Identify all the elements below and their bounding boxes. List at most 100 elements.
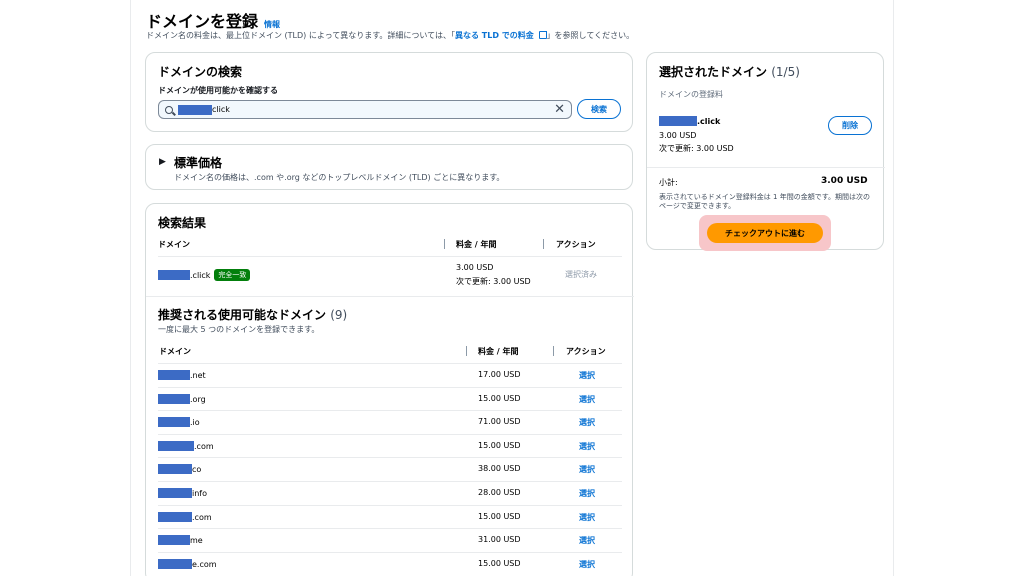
redacted-domain-name xyxy=(158,370,190,380)
row-divider xyxy=(158,363,622,364)
select-domain-link[interactable]: 選択 xyxy=(579,559,595,570)
page-subtitle: ドメイン名の料金は、最上位ドメイン (TLD) によって異なります。詳細について… xyxy=(146,30,634,41)
suggested-col-action: アクション xyxy=(566,347,606,356)
suggested-domain-suffix: .io xyxy=(190,417,200,427)
divider xyxy=(158,256,622,257)
suggested-domain-price: 15.00 USD xyxy=(478,441,521,450)
suggested-domain-suffix: me xyxy=(190,535,203,545)
search-input-value: click xyxy=(178,104,230,115)
suggested-domain-suffix: info xyxy=(192,488,208,498)
column-separator xyxy=(553,346,554,356)
select-domain-link[interactable]: 選択 xyxy=(579,488,595,499)
selected-domain-price: 3.00 USD xyxy=(659,131,697,140)
redacted-domain-name xyxy=(158,394,190,404)
exact-match-price: 3.00 USD xyxy=(456,263,494,272)
select-domain-link[interactable]: 選択 xyxy=(579,512,595,523)
redacted-domain-name xyxy=(158,535,190,545)
row-divider xyxy=(158,528,622,529)
suggested-domain-price: 31.00 USD xyxy=(478,535,521,544)
suggested-domain-suffix: .com xyxy=(194,441,214,451)
selected-domain-suffix: .click xyxy=(697,116,721,126)
results-col-domain: ドメイン xyxy=(158,240,190,249)
suggested-domain-suffix: .com xyxy=(192,512,212,522)
suggested-domain-price: 15.00 USD xyxy=(478,559,521,568)
standard-price-description: ドメイン名の価格は、.com や.org などのトップレベルドメイン (TLD)… xyxy=(174,173,505,182)
redacted-domain-name xyxy=(158,464,192,474)
subtitle-text-before: ドメイン名の料金は、最上位ドメイン (TLD) によって異なります。詳細について… xyxy=(146,31,455,40)
select-domain-link[interactable]: 選択 xyxy=(579,441,595,452)
row-divider xyxy=(158,410,622,411)
standard-price-section[interactable]: ▶ 標準価格 ドメイン名の価格は、.com や.org などのトップレベルドメイ… xyxy=(145,144,633,190)
redacted-domain-name xyxy=(158,488,192,498)
checkout-button[interactable]: チェックアウトに進む xyxy=(707,223,823,243)
select-domain-link[interactable]: 選択 xyxy=(579,417,595,428)
suggested-domain-name: info xyxy=(158,488,207,498)
external-link-icon xyxy=(538,31,547,39)
select-domain-link[interactable]: 選択 xyxy=(579,464,595,475)
column-separator xyxy=(444,239,445,249)
suggested-domain-price: 17.00 USD xyxy=(478,370,521,379)
redacted-domain-name xyxy=(158,441,194,451)
results-title: 検索結果 xyxy=(158,216,207,230)
results-col-price: 料金 / 年間 xyxy=(456,240,497,249)
exact-match-domain: .click 完全一致 xyxy=(158,269,251,281)
selected-domain-renewal: 次で更新: 3.00 USD xyxy=(659,144,734,153)
select-domain-link[interactable]: 選択 xyxy=(579,394,595,405)
suggested-col-domain: ドメイン xyxy=(159,347,191,356)
suggested-domain-name: .com xyxy=(158,512,212,522)
search-icon xyxy=(165,105,173,114)
divider xyxy=(146,296,634,297)
redacted-domain-name xyxy=(178,104,212,115)
standard-price-title[interactable]: 標準価格 xyxy=(174,154,222,171)
subtotal-label: 小計: xyxy=(659,178,678,187)
suggested-domain-suffix: .org xyxy=(190,394,206,404)
exact-match-badge: 完全一致 xyxy=(214,269,251,281)
search-field-label: ドメインが使用可能かを確認する xyxy=(158,86,278,95)
remove-button[interactable]: 削除 xyxy=(828,116,872,135)
checkout-highlight: チェックアウトに進む xyxy=(699,215,831,251)
search-value-suffix: click xyxy=(212,105,230,114)
suggested-domain-suffix: e.com xyxy=(192,559,217,569)
row-divider xyxy=(158,387,622,388)
suggested-domain-price: 38.00 USD xyxy=(478,464,521,473)
suggested-subtitle: 一度に最大 5 つのドメインを登録できます。 xyxy=(158,325,320,334)
search-button[interactable]: 検索 xyxy=(577,99,621,119)
row-divider xyxy=(158,481,622,482)
suggested-domain-price: 71.00 USD xyxy=(478,417,521,426)
results-col-action: アクション xyxy=(556,240,596,249)
suggested-domain-name: .com xyxy=(158,441,214,451)
row-divider xyxy=(158,505,622,506)
selected-title: 選択されたドメイン (1/5) xyxy=(659,63,800,80)
tld-pricing-link-label: 異なる TLD での料金 xyxy=(455,31,534,40)
suggested-domain-name: .io xyxy=(158,417,200,427)
domain-search-input[interactable]: click ✕ xyxy=(158,100,572,119)
suggested-domain-suffix: .net xyxy=(190,370,206,380)
suggested-domain-name: .net xyxy=(158,370,206,380)
info-link[interactable]: 情報 xyxy=(264,19,280,30)
select-domain-link[interactable]: 選択 xyxy=(579,535,595,546)
clear-icon[interactable]: ✕ xyxy=(554,103,565,116)
column-separator xyxy=(543,239,544,249)
fee-note: 表示されているドメイン登録料金は 1 年間の金額です。期間は次のページで変更でき… xyxy=(659,193,870,210)
domain-search-card: ドメインの検索 ドメインが使用可能かを確認する click ✕ 検索 xyxy=(145,52,633,132)
caret-right-icon[interactable]: ▶ xyxy=(159,157,166,167)
exact-match-action: 選択済み xyxy=(565,270,597,279)
suggested-domain-name: co xyxy=(158,464,201,474)
tld-pricing-link[interactable]: 異なる TLD での料金 xyxy=(455,31,547,40)
exact-match-renewal: 次で更新: 3.00 USD xyxy=(456,277,531,286)
suggested-count: (9) xyxy=(330,308,348,322)
suggested-domain-name: me xyxy=(158,535,203,545)
select-domain-link[interactable]: 選択 xyxy=(579,370,595,381)
page-title: ドメインを登録 情報 xyxy=(146,8,280,32)
search-results-card: 検索結果 ドメイン 料金 / 年間 アクション .click 完全一致 3.00… xyxy=(145,203,634,576)
divider xyxy=(647,167,885,168)
row-divider xyxy=(158,457,622,458)
suggested-col-price: 料金 / 年間 xyxy=(478,347,519,356)
suggested-domain-price: 15.00 USD xyxy=(478,512,521,521)
suggested-domain-price: 15.00 USD xyxy=(478,394,521,403)
subtitle-text-after: 」を参照してください。 xyxy=(546,31,635,40)
registration-fee-label: ドメインの登録料 xyxy=(659,90,723,99)
subtotal-value: 3.00 USD xyxy=(821,176,868,186)
redacted-domain-name xyxy=(158,559,192,569)
search-card-title: ドメインの検索 xyxy=(158,65,243,79)
